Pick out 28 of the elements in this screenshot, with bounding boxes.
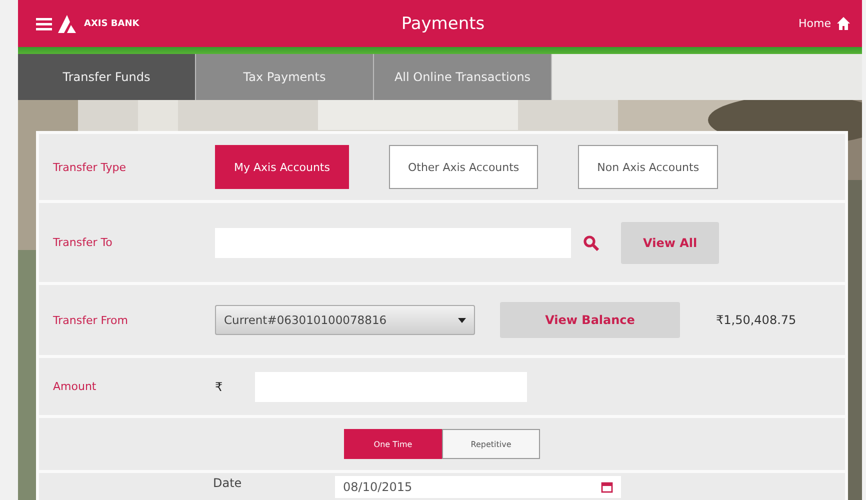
page-title: Payments xyxy=(400,14,486,34)
field-label: Transfer From xyxy=(53,314,129,326)
field-label: Transfer To xyxy=(53,236,114,249)
transfer-type-option[interactable]: Non Axis Accounts xyxy=(578,145,718,189)
frequency-toggle[interactable]: Repetitive xyxy=(442,429,540,459)
logo-icon xyxy=(58,14,78,32)
search-icon[interactable] xyxy=(583,234,599,250)
calendar-icon[interactable] xyxy=(601,481,613,493)
transfer-type-option[interactable]: Other Axis Accounts xyxy=(388,145,538,189)
field-label: Date xyxy=(213,476,243,490)
tab[interactable]: Transfer Funds xyxy=(18,54,196,100)
balance-amount: ₹1,50,408.75 xyxy=(716,313,796,327)
home-icon[interactable] xyxy=(837,17,850,30)
field-label: Transfer Type xyxy=(53,160,127,174)
brand-name: AXIS BANK xyxy=(84,18,140,28)
tab[interactable]: All Online Transactions xyxy=(374,54,552,100)
currency-symbol: ₹ xyxy=(215,380,224,394)
tab[interactable]: Tax Payments xyxy=(196,54,374,100)
caret-icon xyxy=(458,318,466,322)
transfer-type-option[interactable]: My Axis Accounts xyxy=(215,145,349,189)
field-label: Amount xyxy=(53,380,98,393)
date-field[interactable]: 08/10/2015 xyxy=(335,476,621,498)
frequency-toggle[interactable]: One Time xyxy=(344,429,442,459)
menu-icon[interactable] xyxy=(36,16,52,30)
account-dropdown[interactable]: Current#063010100078816 xyxy=(215,305,475,335)
home-link[interactable]: Home xyxy=(798,17,831,30)
view-balance-button[interactable]: View Balance xyxy=(500,302,680,338)
view-all-button[interactable]: View All xyxy=(621,222,720,264)
